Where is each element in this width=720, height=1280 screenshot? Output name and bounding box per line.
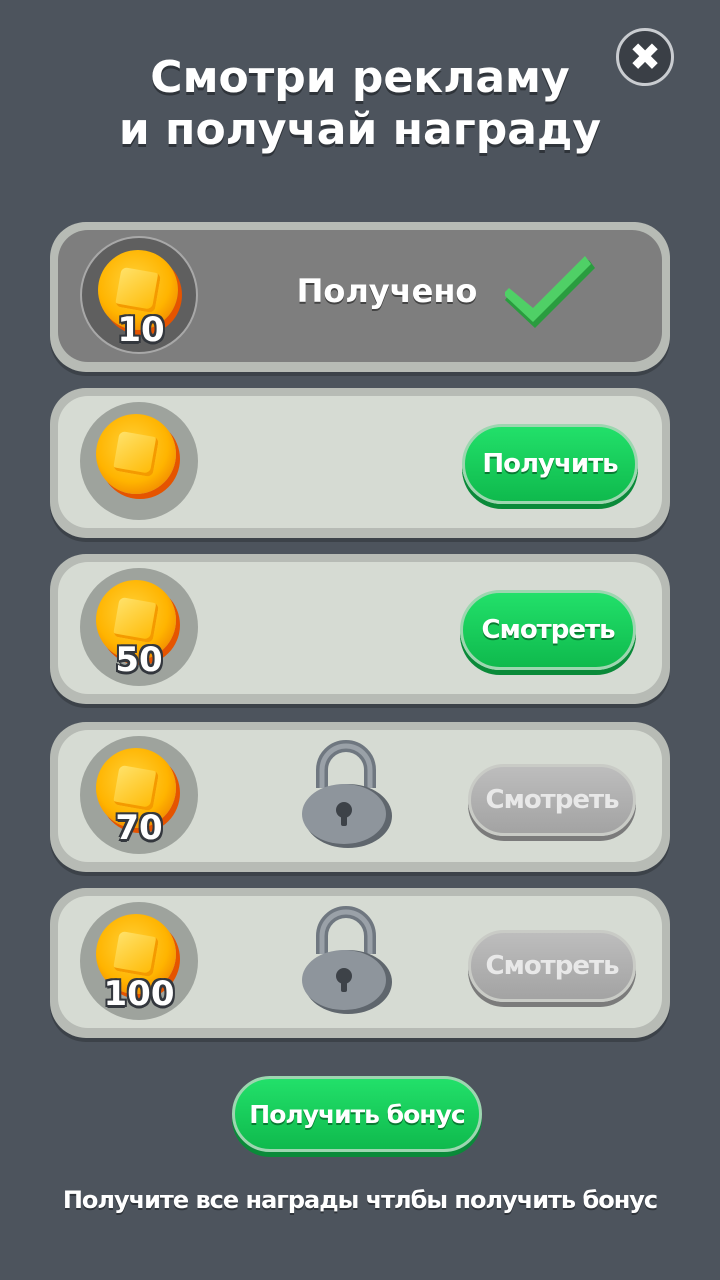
coin-slot bbox=[80, 402, 198, 520]
coin-amount: 70 bbox=[115, 808, 163, 848]
coin-slot: 100 bbox=[80, 902, 198, 1020]
close-icon: ✖ bbox=[629, 35, 661, 79]
checkmark-icon bbox=[505, 256, 595, 328]
title-line-2: и получай награду bbox=[118, 104, 602, 155]
claimed-label: Получено bbox=[296, 272, 478, 310]
coin-slot: 50 bbox=[80, 568, 198, 686]
get-bonus-button[interactable]: Получить бонус bbox=[232, 1076, 482, 1152]
coin-icon bbox=[96, 414, 176, 494]
title-line-1: Смотри рекламу bbox=[150, 52, 570, 103]
coin-slot: 10 bbox=[80, 236, 198, 354]
reward-row-3: 50 Смотреть bbox=[50, 554, 670, 704]
claim-button[interactable]: Получить bbox=[462, 424, 638, 504]
reward-row-1: 10 Получено bbox=[50, 222, 670, 372]
coin-slot: 70 bbox=[80, 736, 198, 854]
coin-amount: 100 bbox=[103, 974, 175, 1014]
coin-amount: 50 bbox=[115, 640, 163, 680]
reward-row-2: Получить bbox=[50, 388, 670, 538]
lock-icon bbox=[302, 906, 392, 1014]
lock-icon bbox=[302, 740, 392, 848]
page-title: Смотри рекламу и получай награду bbox=[0, 52, 720, 156]
bonus-hint: Получите все награды чтлбы получить бону… bbox=[62, 1186, 658, 1214]
coin-amount: 10 bbox=[117, 310, 165, 350]
watch-button-locked[interactable]: Смотреть bbox=[468, 764, 636, 836]
reward-row-4: 70 Смотреть bbox=[50, 722, 670, 872]
close-button[interactable]: ✖ bbox=[616, 28, 674, 86]
reward-row-5: 100 Смотреть bbox=[50, 888, 670, 1038]
watch-button-locked[interactable]: Смотреть bbox=[468, 930, 636, 1002]
watch-button[interactable]: Смотреть bbox=[460, 590, 636, 670]
